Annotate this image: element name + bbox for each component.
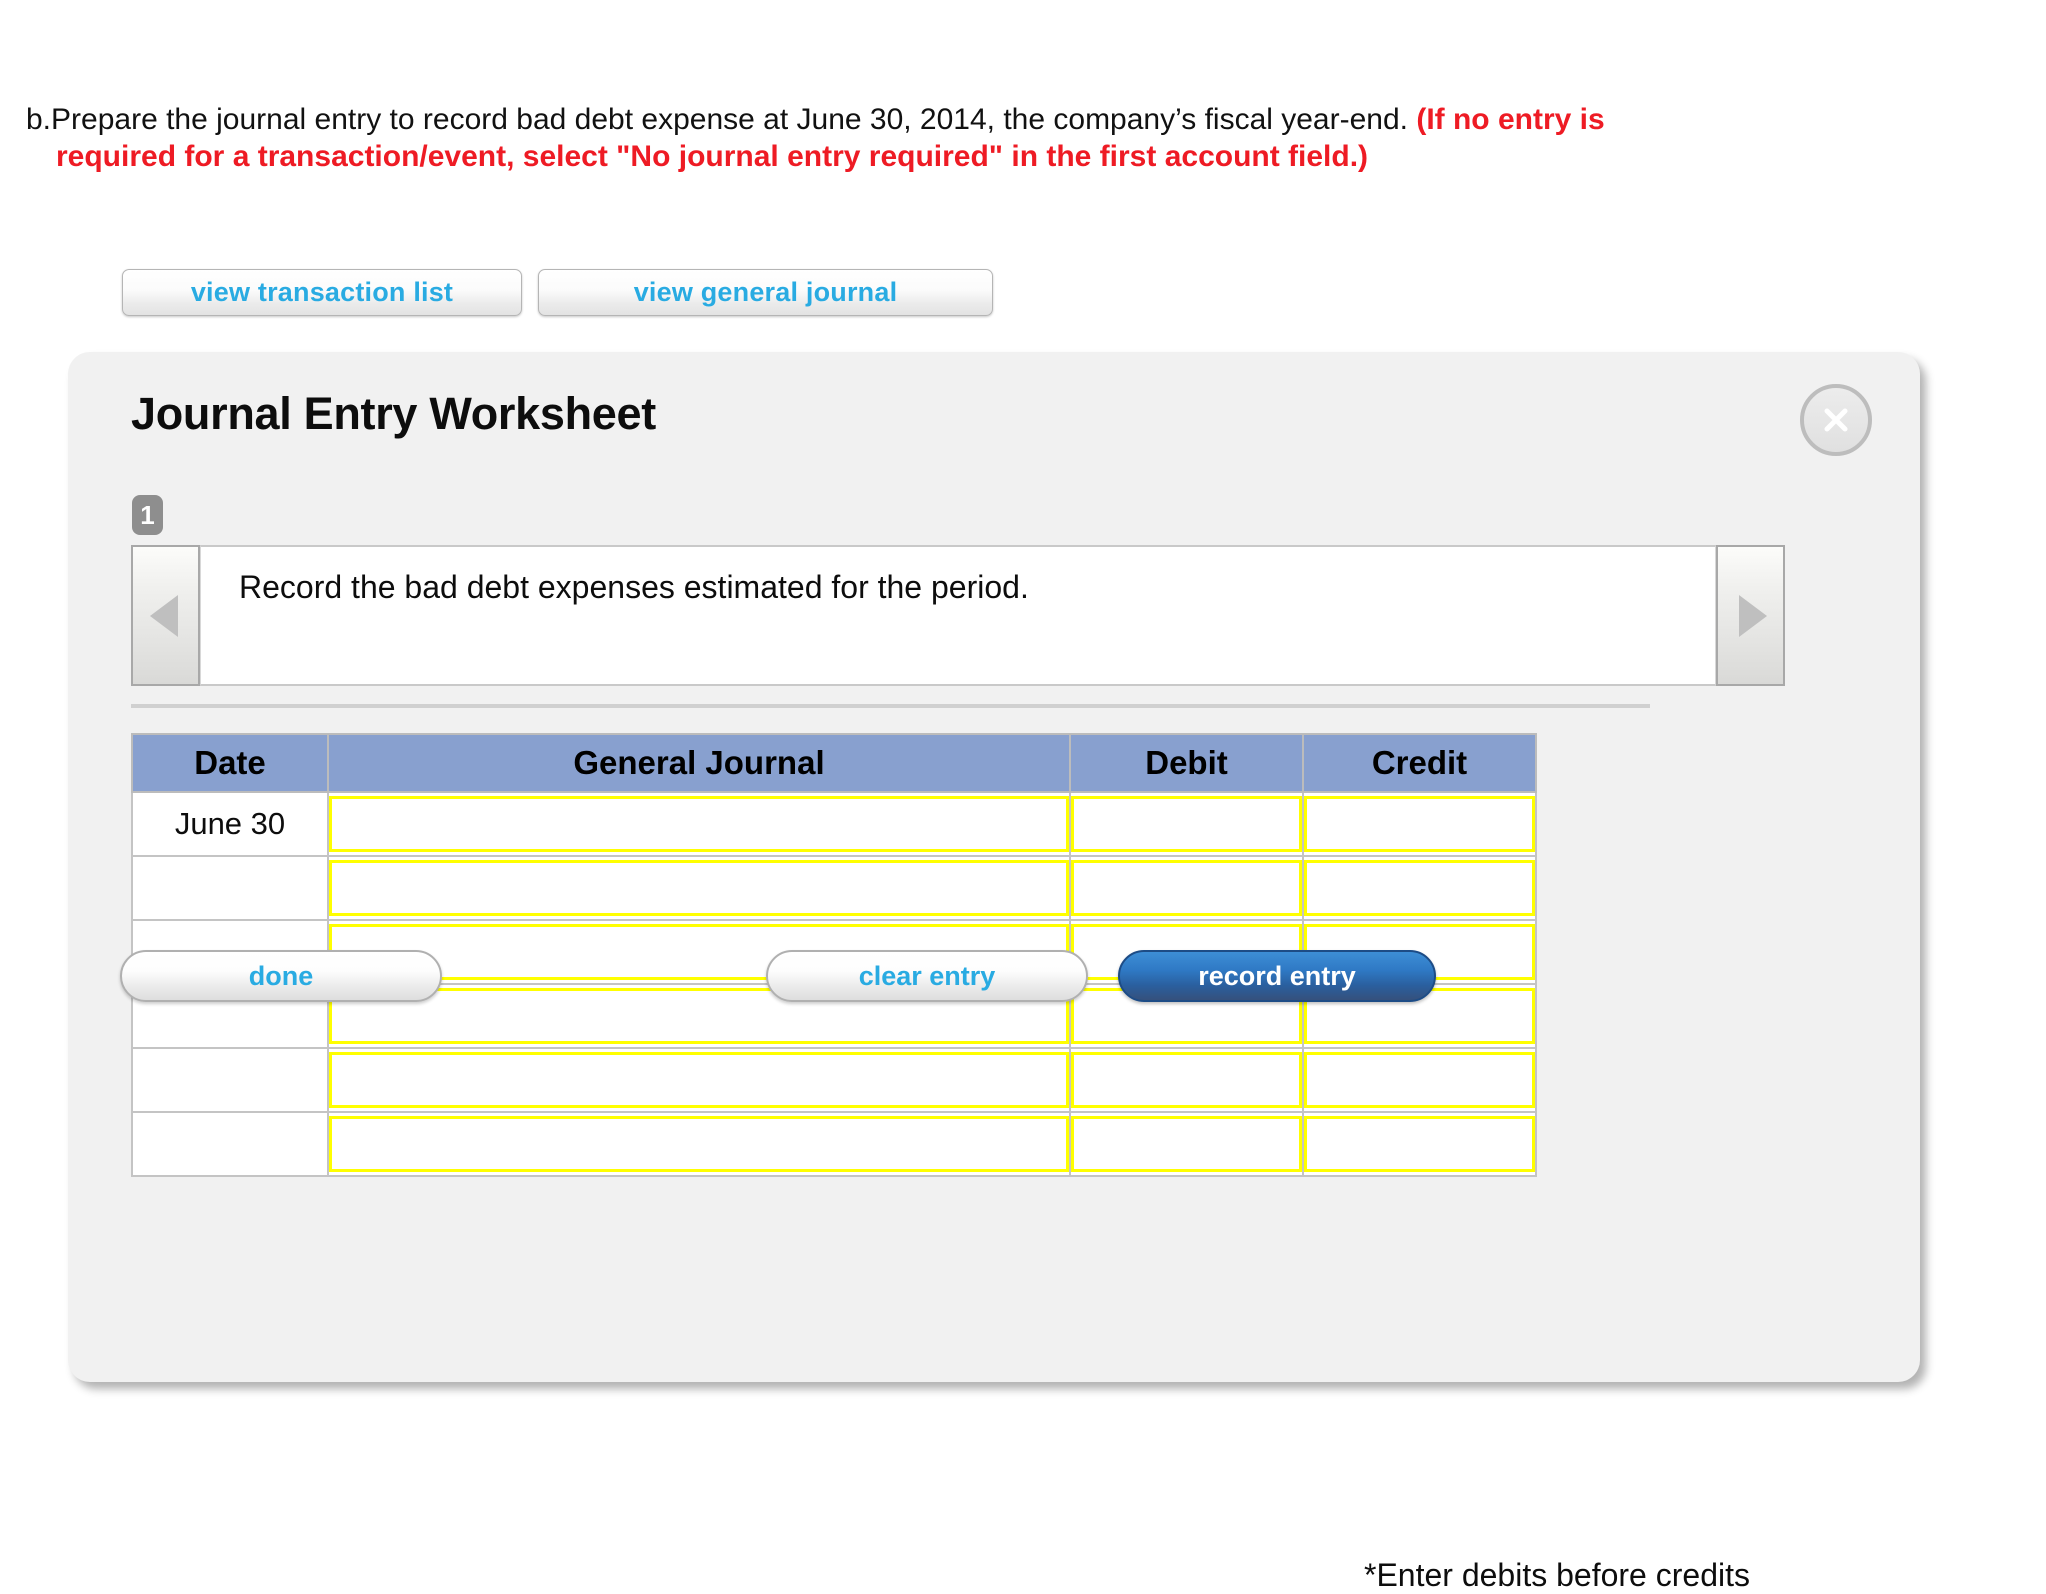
- record-entry-button[interactable]: record entry: [1118, 950, 1436, 1002]
- account-input[interactable]: [329, 1116, 1069, 1172]
- column-header-credit: Credit: [1302, 733, 1537, 793]
- date-cell: June 30: [131, 791, 329, 857]
- table-row: [131, 1111, 1537, 1177]
- date-cell: [131, 1111, 329, 1177]
- section-divider: [131, 704, 1650, 708]
- date-cell: [131, 855, 329, 921]
- question-label: b.: [26, 103, 52, 136]
- page-title: Journal Entry Worksheet: [131, 388, 656, 439]
- question-body: Prepare the journal entry to record bad …: [51, 103, 1417, 136]
- account-input[interactable]: [329, 1052, 1069, 1108]
- debit-cell[interactable]: [1069, 1111, 1304, 1177]
- question-text: b.Prepare the journal entry to record ba…: [26, 100, 2046, 140]
- triangle-right-icon[interactable]: [1716, 545, 1785, 686]
- general-journal-cell[interactable]: [327, 1047, 1071, 1113]
- column-header-date: Date: [131, 733, 329, 793]
- triangle-left-icon[interactable]: [131, 545, 200, 686]
- credit-cell[interactable]: [1302, 1047, 1537, 1113]
- debit-input[interactable]: [1071, 796, 1302, 852]
- account-input[interactable]: [329, 860, 1069, 916]
- table-row: [131, 1047, 1537, 1113]
- transaction-description: Record the bad debt expenses estimated f…: [200, 545, 1716, 686]
- column-header-debit: Debit: [1069, 733, 1304, 793]
- credit-input[interactable]: [1304, 1052, 1535, 1108]
- debit-cell[interactable]: [1069, 791, 1304, 857]
- done-button[interactable]: done: [120, 950, 442, 1002]
- debits-before-credits-note: *Enter debits before credits: [1364, 1557, 1750, 1593]
- view-transaction-list-button[interactable]: view transaction list: [122, 269, 522, 316]
- question-hint-line1: (If no entry is: [1416, 103, 1605, 136]
- table-row: [131, 855, 1537, 921]
- transaction-navigator: Record the bad debt expenses estimated f…: [131, 545, 1785, 686]
- clear-entry-button[interactable]: clear entry: [766, 950, 1088, 1002]
- credit-input[interactable]: [1304, 796, 1535, 852]
- journal-entry-worksheet-panel: Journal Entry Worksheet 1 Record the bad…: [68, 352, 1920, 1593]
- general-journal-cell[interactable]: [327, 1111, 1071, 1177]
- credit-cell[interactable]: [1302, 1111, 1537, 1177]
- credit-input[interactable]: [1304, 860, 1535, 916]
- close-icon[interactable]: [1800, 384, 1872, 456]
- debit-input[interactable]: [1071, 1052, 1302, 1108]
- question-hint-line2: required for a transaction/event, select…: [56, 140, 1369, 173]
- debit-cell[interactable]: [1069, 1047, 1304, 1113]
- general-journal-cell[interactable]: [327, 791, 1071, 857]
- debit-input[interactable]: [1071, 1116, 1302, 1172]
- date-cell: [131, 1047, 329, 1113]
- table-row: June 30: [131, 791, 1537, 857]
- view-general-journal-button[interactable]: view general journal: [538, 269, 993, 316]
- credit-cell[interactable]: [1302, 855, 1537, 921]
- general-journal-cell[interactable]: [327, 855, 1071, 921]
- credit-cell[interactable]: [1302, 791, 1537, 857]
- table-header-row: Date General Journal Debit Credit: [131, 733, 1537, 793]
- credit-input[interactable]: [1304, 1116, 1535, 1172]
- debit-input[interactable]: [1071, 860, 1302, 916]
- step-badge: 1: [132, 495, 163, 535]
- view-buttons-group: view transaction list view general journ…: [122, 269, 993, 316]
- debit-cell[interactable]: [1069, 855, 1304, 921]
- column-header-general-journal: General Journal: [327, 733, 1071, 793]
- account-input[interactable]: [329, 796, 1069, 852]
